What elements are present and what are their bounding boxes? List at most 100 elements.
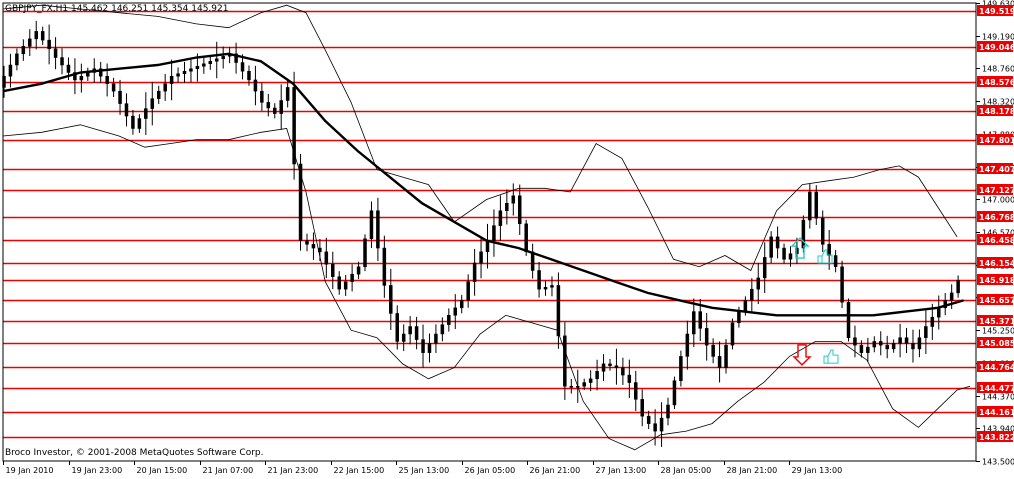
candle-body — [163, 83, 167, 92]
x-tick-label: 29 Jan 13:00 — [792, 466, 843, 475]
candle-body — [692, 311, 696, 335]
signal-markers — [790, 237, 839, 366]
candle-body — [47, 39, 51, 50]
candle-body — [634, 382, 638, 400]
candle-body — [414, 326, 419, 340]
candle-body — [144, 108, 148, 119]
candle-body — [253, 79, 258, 92]
candle-body — [505, 202, 509, 211]
plot-frame — [2, 2, 977, 462]
candle-body — [846, 301, 851, 338]
candle-body — [543, 287, 548, 290]
candle-body — [195, 66, 200, 69]
x-tick-label: 19 Jan 23:00 — [72, 466, 123, 475]
candle-body — [614, 365, 619, 368]
candle-body — [672, 380, 677, 406]
candle-body — [208, 61, 213, 65]
candle-body — [285, 87, 290, 101]
x-tick-label: 28 Jan 05:00 — [661, 466, 712, 475]
candle-body — [311, 244, 316, 249]
candle-body — [266, 102, 271, 109]
candle-body — [324, 251, 329, 265]
candle-body — [717, 356, 722, 368]
thumb-cuff — [817, 255, 823, 264]
candle-body — [898, 337, 902, 344]
candle-body — [79, 75, 84, 81]
lower-band-line — [2, 124, 971, 451]
price-chart[interactable]: 149.630149.190148.760148.320147.880147.4… — [0, 0, 1014, 479]
candle-body — [601, 363, 606, 372]
candle-body — [8, 64, 13, 77]
candle-body — [937, 307, 941, 318]
candle-body — [853, 337, 857, 346]
candle-body — [434, 333, 438, 344]
level-label: 147.801 — [979, 136, 1014, 145]
x-tick-label: 21 Jan 07:00 — [203, 466, 254, 475]
chart-window: 149.630149.190148.760148.320147.880147.4… — [0, 0, 1014, 479]
level-label: 145.918 — [979, 276, 1014, 285]
x-tick-label: 21 Jan 23:00 — [268, 466, 319, 475]
candle-body — [356, 266, 361, 275]
candle-body — [34, 31, 38, 40]
y-tick-label: 145.250 — [982, 327, 1014, 336]
candle-body — [878, 341, 883, 346]
candle-body — [150, 98, 155, 109]
candle-body — [337, 276, 341, 290]
candle-body — [640, 399, 644, 417]
candle-body — [924, 326, 928, 338]
candle-body — [608, 363, 612, 366]
candle-body — [350, 273, 354, 282]
candle-body — [698, 311, 702, 329]
x-tick-label: 25 Jan 13:00 — [399, 466, 450, 475]
candle-body — [40, 31, 45, 41]
candle-body — [685, 333, 690, 357]
candle-body — [492, 225, 496, 241]
candle-body — [369, 210, 374, 239]
candle-body — [750, 288, 754, 301]
candle-body — [743, 300, 748, 312]
candle-body — [292, 87, 296, 165]
candle-body — [15, 53, 19, 66]
candle-body — [273, 107, 277, 114]
candle-body — [298, 163, 303, 241]
candle-body — [105, 75, 109, 84]
candle-body — [427, 343, 432, 353]
candle-body — [156, 90, 161, 99]
level-label: 149.046 — [979, 43, 1014, 52]
candle-body — [453, 307, 458, 316]
x-tick-label: 20 Jan 15:00 — [137, 466, 188, 475]
level-label: 147.127 — [979, 186, 1014, 195]
candle-body — [808, 191, 812, 221]
moving-average — [2, 52, 964, 317]
candle-body — [28, 38, 32, 47]
candle-body — [530, 251, 535, 271]
candle-body — [769, 236, 773, 258]
bollinger-bands — [2, 4, 971, 451]
ma-line — [2, 52, 964, 317]
level-label: 148.576 — [979, 78, 1014, 87]
candle-body — [653, 423, 657, 432]
level-label: 147.407 — [979, 165, 1014, 174]
level-label: 144.764 — [979, 363, 1014, 372]
y-tick-label: 143.500 — [982, 458, 1014, 467]
candle-body — [111, 83, 116, 92]
level-label: 149.519 — [979, 7, 1014, 16]
candle-body — [775, 236, 780, 249]
candle-body — [872, 341, 877, 348]
copyright-text: Broco Investor, © 2001-2008 MetaQuotes S… — [5, 448, 264, 458]
level-label: 144.477 — [979, 384, 1014, 393]
candle-body — [730, 322, 735, 346]
thumb-cuff — [823, 355, 829, 364]
chart-header: GBPJPY_FX,H1 145.462 146.251 145.354 145… — [5, 4, 229, 14]
candle-body — [866, 346, 870, 353]
y-tick-label: 144.370 — [982, 393, 1014, 402]
candle-body — [395, 313, 399, 342]
x-tick-label: 19 Jan 2010 — [6, 466, 54, 475]
candle-body — [221, 56, 225, 60]
level-label: 145.085 — [979, 339, 1014, 348]
candle-body — [472, 262, 477, 282]
candle-body — [376, 210, 380, 249]
candle-body — [679, 356, 683, 381]
y-tick-label: 148.760 — [982, 65, 1014, 74]
candle-body — [820, 217, 825, 245]
